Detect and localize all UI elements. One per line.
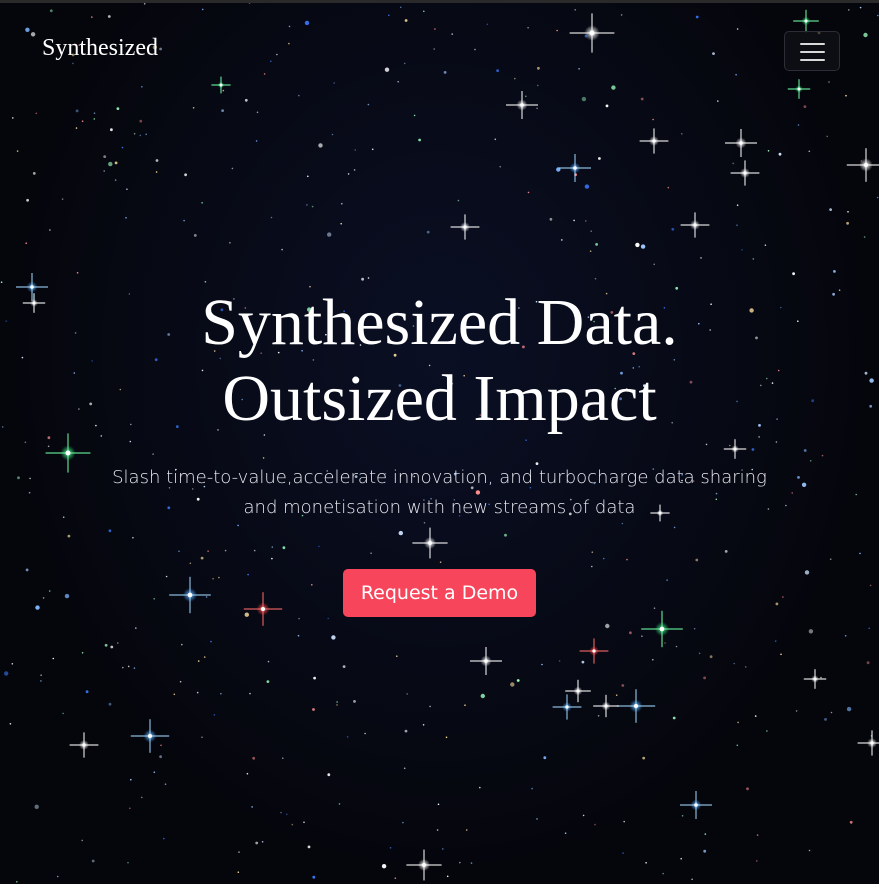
- hero-subtitle: Slash time-to-value,accelerate innovatio…: [112, 467, 767, 518]
- navbar: Synthesized: [0, 3, 879, 103]
- hero-title-line-1: Synthesized Data.: [201, 286, 678, 359]
- request-demo-button[interactable]: Request a Demo: [342, 569, 537, 617]
- hero-title-line-2: Outsized Impact: [222, 362, 657, 435]
- hero-section: Synthesized Data. Outsized Impact Slash …: [0, 285, 879, 617]
- hero-title: Synthesized Data. Outsized Impact: [0, 285, 879, 437]
- landing-page: Synthesized Synthesized Data. Outsized I…: [0, 0, 879, 884]
- brand-logo-link[interactable]: Synthesized: [42, 35, 158, 62]
- menu-toggle-button[interactable]: [784, 31, 840, 71]
